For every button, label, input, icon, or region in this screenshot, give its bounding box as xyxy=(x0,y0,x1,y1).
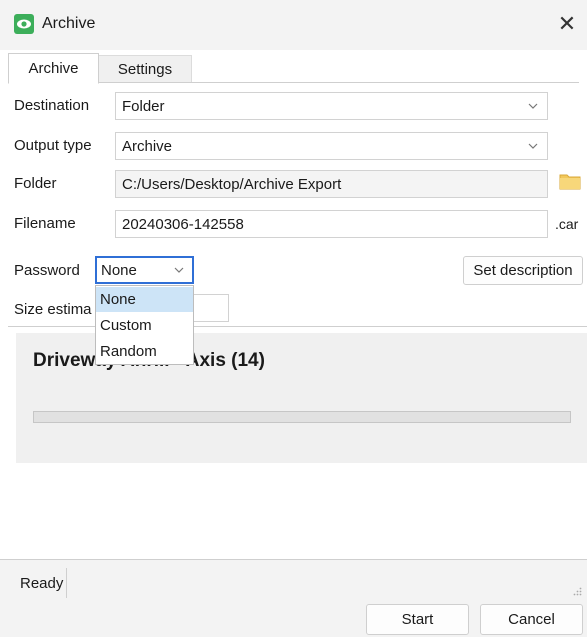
chevron-down-icon xyxy=(528,143,538,149)
destination-select[interactable]: Folder xyxy=(115,92,548,120)
chevron-down-icon xyxy=(528,103,538,109)
start-button[interactable]: Start xyxy=(366,604,469,635)
dropdown-option-custom[interactable]: Custom xyxy=(96,313,193,338)
password-dropdown-list: None Custom Random xyxy=(95,285,194,365)
password-value: None xyxy=(101,262,137,279)
tab-settings[interactable]: Settings xyxy=(98,55,192,83)
log-area xyxy=(16,463,587,559)
progress-bar xyxy=(33,411,571,423)
size-estimate-field xyxy=(194,294,229,322)
chevron-down-icon xyxy=(174,267,184,273)
size-estimate-label: Size estima xyxy=(14,301,92,318)
dropdown-option-random[interactable]: Random xyxy=(96,339,193,364)
destination-label: Destination xyxy=(14,97,90,114)
folder-field[interactable]: C:/Users/Desktop/Archive Export xyxy=(115,170,548,198)
close-icon[interactable]: ✕ xyxy=(555,11,579,37)
destination-value: Folder xyxy=(122,98,165,115)
resize-grip-icon[interactable] xyxy=(572,586,582,596)
filename-extension: .car xyxy=(555,216,579,232)
filename-value: 20240306-142558 xyxy=(122,216,244,233)
filename-input[interactable]: 20240306-142558 xyxy=(115,210,548,238)
output-type-select[interactable]: Archive xyxy=(115,132,548,160)
password-select[interactable]: None xyxy=(95,256,194,284)
status-bar xyxy=(0,560,587,604)
tab-archive[interactable]: Archive xyxy=(8,53,99,84)
set-description-button[interactable]: Set description xyxy=(463,256,583,285)
eye-icon xyxy=(14,14,34,34)
password-label: Password xyxy=(14,262,80,279)
cancel-button[interactable]: Cancel xyxy=(480,604,583,635)
folder-browse-icon[interactable] xyxy=(559,172,581,190)
status-separator xyxy=(66,568,67,598)
output-type-value: Archive xyxy=(122,138,173,155)
status-text: Ready xyxy=(20,575,64,592)
dropdown-option-none[interactable]: None xyxy=(96,287,193,312)
filename-label: Filename xyxy=(14,215,76,232)
folder-value: C:/Users/Desktop/Archive Export xyxy=(122,176,342,193)
window-title: Archive xyxy=(42,15,96,32)
output-type-label: Output type xyxy=(14,137,92,154)
folder-label: Folder xyxy=(14,175,57,192)
